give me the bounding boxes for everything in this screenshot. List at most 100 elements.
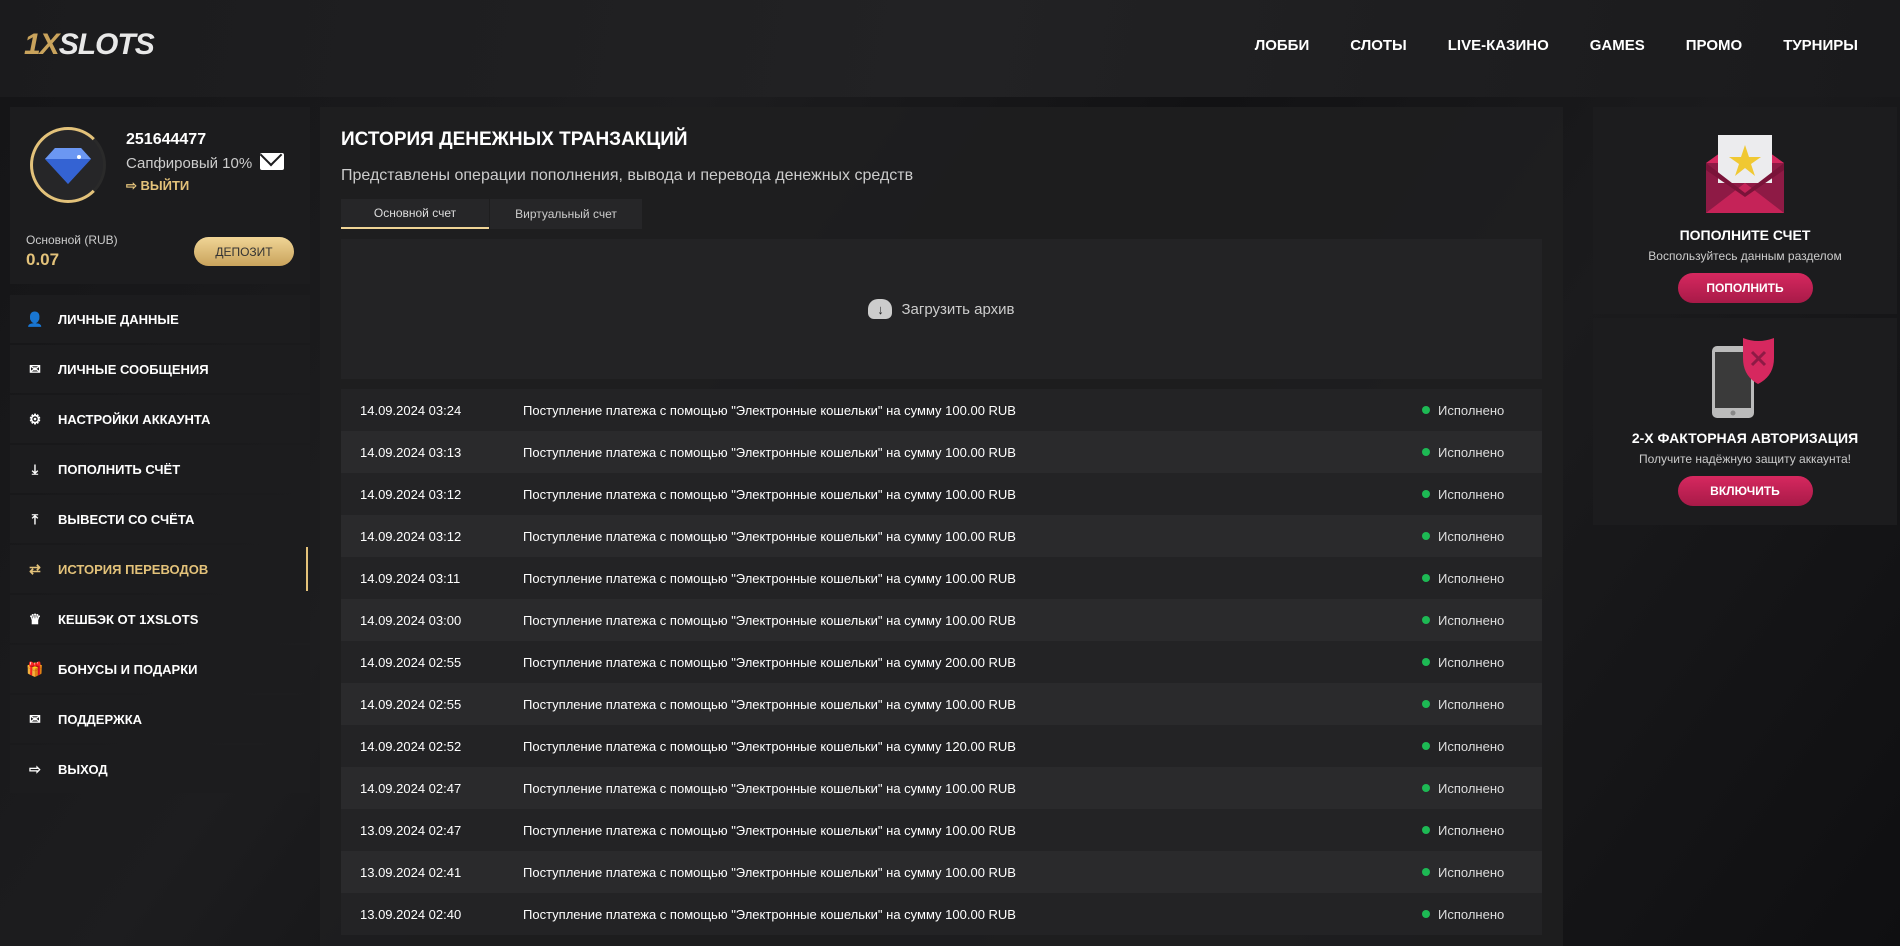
status-dot-icon — [1422, 658, 1430, 666]
phone-shield-icon — [1712, 338, 1774, 418]
nav-games[interactable]: GAMES — [1590, 37, 1645, 54]
profile-card: 251644477 Сапфировый 10% ⇨ ВЫЙТИ Основно… — [10, 107, 310, 284]
promo-text: Воспользуйтесь данным разделом — [1648, 249, 1842, 263]
gears-icon: ⚙ — [28, 410, 42, 427]
nav-lobby[interactable]: ЛОББИ — [1255, 37, 1310, 54]
transaction-status: Исполнено — [1422, 739, 1542, 754]
download-archive-label: Загрузить архив — [901, 300, 1015, 318]
transaction-status: Исполнено — [1422, 655, 1542, 670]
status-label: Исполнено — [1438, 906, 1505, 922]
transaction-row: 13.09.2024 02:47 Поступление платежа с по… — [341, 809, 1542, 851]
status-dot-icon — [1422, 532, 1430, 540]
crown-icon: ♛ — [28, 610, 42, 627]
messages-envelope-icon[interactable] — [260, 153, 284, 170]
gift-icon: 🎁 — [26, 660, 44, 677]
transaction-row: 14.09.2024 03:24 Поступление платежа с по… — [341, 389, 1542, 431]
menu-label: ПОПОЛНИТЬ СЧЁТ — [58, 461, 181, 477]
account-tabs: Основной счет Виртуальный счет — [341, 199, 1542, 229]
transaction-status: Исполнено — [1422, 613, 1542, 628]
top-up-button[interactable]: ПОПОЛНИТЬ — [1677, 273, 1813, 303]
status-label: Исполнено — [1438, 486, 1505, 502]
status-dot-icon — [1422, 910, 1430, 918]
transaction-status: Исполнено — [1422, 487, 1542, 502]
promo-column: ПОПОЛНИТЕ СЧЕТ Воспользуйтесь данным раз… — [1593, 107, 1897, 529]
transaction-description: Поступление платежа с помощью "Электронн… — [523, 864, 1016, 880]
deposit-button[interactable]: ДЕПОЗИТ — [194, 237, 294, 266]
menu-label: ВЫВЕСТИ СО СЧЁТА — [58, 511, 195, 527]
nav-tournaments[interactable]: ТУРНИРЫ — [1783, 37, 1858, 54]
status-label: Исполнено — [1438, 780, 1505, 796]
nav-slots[interactable]: СЛОТЫ — [1350, 37, 1407, 54]
menu-transfer-history[interactable]: ⇄ ИСТОРИЯ ПЕРЕВОДОВ — [10, 545, 310, 593]
menu-personal-messages[interactable]: ✉ ЛИЧНЫЕ СООБЩЕНИЯ — [10, 345, 310, 393]
transaction-description: Поступление платежа с помощью "Электронн… — [523, 444, 1016, 460]
transaction-row: 14.09.2024 03:00 Поступление платежа с по… — [341, 599, 1542, 641]
transaction-date: 14.09.2024 02:55 — [360, 696, 462, 712]
transaction-row: 14.09.2024 03:12 Поступление платежа с по… — [341, 473, 1542, 515]
transaction-description: Поступление платежа с помощью "Электронн… — [523, 696, 1016, 712]
loyalty-level: Сапфировый 10% — [126, 155, 253, 172]
transaction-date: 13.09.2024 02:47 — [360, 822, 462, 838]
status-dot-icon — [1422, 826, 1430, 834]
promo-2fa-card: 2-Х ФАКТОРНАЯ АВТОРИЗАЦИЯ Получите надёж… — [1593, 318, 1897, 525]
transaction-row: 14.09.2024 03:11 Поступление платежа с по… — [341, 557, 1542, 599]
page-title: ИСТОРИЯ ДЕНЕЖНЫХ ТРАНЗАКЦИЙ — [341, 129, 688, 150]
logout-link[interactable]: ⇨ ВЫЙТИ — [126, 178, 189, 194]
nav-live-casino[interactable]: LIVE-КАЗИНО — [1448, 37, 1549, 54]
nav-promo[interactable]: ПРОМО — [1686, 37, 1742, 54]
enable-2fa-button[interactable]: ВКЛЮЧИТЬ — [1677, 476, 1813, 506]
transaction-date: 14.09.2024 02:47 — [360, 780, 462, 796]
menu-label: ВЫХОД — [58, 761, 108, 777]
transaction-row: 14.09.2024 02:47 Поступление платежа с по… — [341, 767, 1542, 809]
menu-withdraw[interactable]: ⤒ ВЫВЕСТИ СО СЧЁТА — [10, 495, 310, 543]
envelope-star-icon — [1706, 135, 1784, 213]
menu-label: ИСТОРИЯ ПЕРЕВОДОВ — [58, 561, 209, 577]
menu-account-settings[interactable]: ⚙ НАСТРОЙКИ АККАУНТА — [10, 395, 310, 443]
transaction-description: Поступление платежа с помощью "Электронн… — [523, 780, 1016, 796]
tab-virtual-account[interactable]: Виртуальный счет — [490, 199, 642, 229]
menu-cashback[interactable]: ♛ КЕШБЭК ОТ 1XSLOTS — [10, 595, 310, 643]
transaction-date: 14.09.2024 03:12 — [360, 486, 462, 502]
promo-text: Получите надёжную защиту аккаунта! — [1638, 452, 1851, 466]
download-archive-button[interactable]: ↓ Загрузить архив — [341, 239, 1542, 379]
envelope-icon: ✉ — [29, 710, 41, 727]
transaction-date: 13.09.2024 02:40 — [360, 906, 462, 922]
transaction-description: Поступление платежа с помощью "Электронн… — [523, 402, 1016, 418]
menu-deposit[interactable]: ⤓ ПОПОЛНИТЬ СЧЁТ — [10, 445, 310, 493]
transaction-description: Поступление платежа с помощью "Электронн… — [523, 654, 1016, 670]
transaction-date: 14.09.2024 03:12 — [360, 528, 462, 544]
status-dot-icon — [1422, 616, 1430, 624]
transaction-status: Исполнено — [1422, 865, 1542, 880]
status-dot-icon — [1422, 742, 1430, 750]
status-label: Исполнено — [1438, 444, 1505, 460]
transaction-date: 14.09.2024 02:52 — [360, 738, 462, 754]
user-plus-icon: 👤 — [26, 310, 44, 327]
status-label: Исполнено — [1438, 822, 1505, 838]
transaction-date: 14.09.2024 03:24 — [360, 402, 462, 418]
transaction-description: Поступление платежа с помощью "Электронн… — [523, 612, 1016, 628]
menu-bonuses[interactable]: 🎁 БОНУСЫ И ПОДАРКИ — [10, 645, 310, 693]
status-dot-icon — [1422, 406, 1430, 414]
transactions-list: 14.09.2024 03:24 Поступление платежа с по… — [341, 389, 1542, 935]
transaction-row: 14.09.2024 02:52 Поступление платежа с по… — [341, 725, 1542, 767]
envelope-icon: ✉ — [29, 360, 41, 377]
status-dot-icon — [1422, 490, 1430, 498]
transaction-description: Поступление платежа с помощью "Электронн… — [523, 738, 1016, 754]
account-menu: 👤 ЛИЧНЫЕ ДАННЫЕ ✉ ЛИЧНЫЕ СООБЩЕНИЯ ⚙ НАСТРО… — [10, 295, 310, 793]
status-label: Исполнено — [1438, 402, 1505, 418]
logo-suffix: SLOTS — [58, 28, 155, 61]
menu-personal-data[interactable]: 👤 ЛИЧНЫЕ ДАННЫЕ — [10, 295, 310, 343]
logout-icon: ⇨ — [126, 178, 141, 193]
menu-support[interactable]: ✉ ПОДДЕРЖКА — [10, 695, 310, 743]
status-dot-icon — [1422, 868, 1430, 876]
logo[interactable]: 1XSLOTS — [24, 28, 155, 62]
transaction-date: 14.09.2024 03:13 — [360, 444, 462, 460]
status-dot-icon — [1422, 784, 1430, 792]
transactions-panel: ИСТОРИЯ ДЕНЕЖНЫХ ТРАНЗАКЦИЙ Представлены… — [320, 107, 1563, 946]
tab-main-account[interactable]: Основной счет — [341, 199, 489, 229]
download-icon: ⤓ — [31, 460, 39, 477]
transaction-description: Поступление платежа с помощью "Электронн… — [523, 570, 1016, 586]
transaction-status: Исполнено — [1422, 445, 1542, 460]
transaction-status: Исполнено — [1422, 403, 1542, 418]
menu-exit[interactable]: ⇨ ВЫХОД — [10, 745, 310, 793]
